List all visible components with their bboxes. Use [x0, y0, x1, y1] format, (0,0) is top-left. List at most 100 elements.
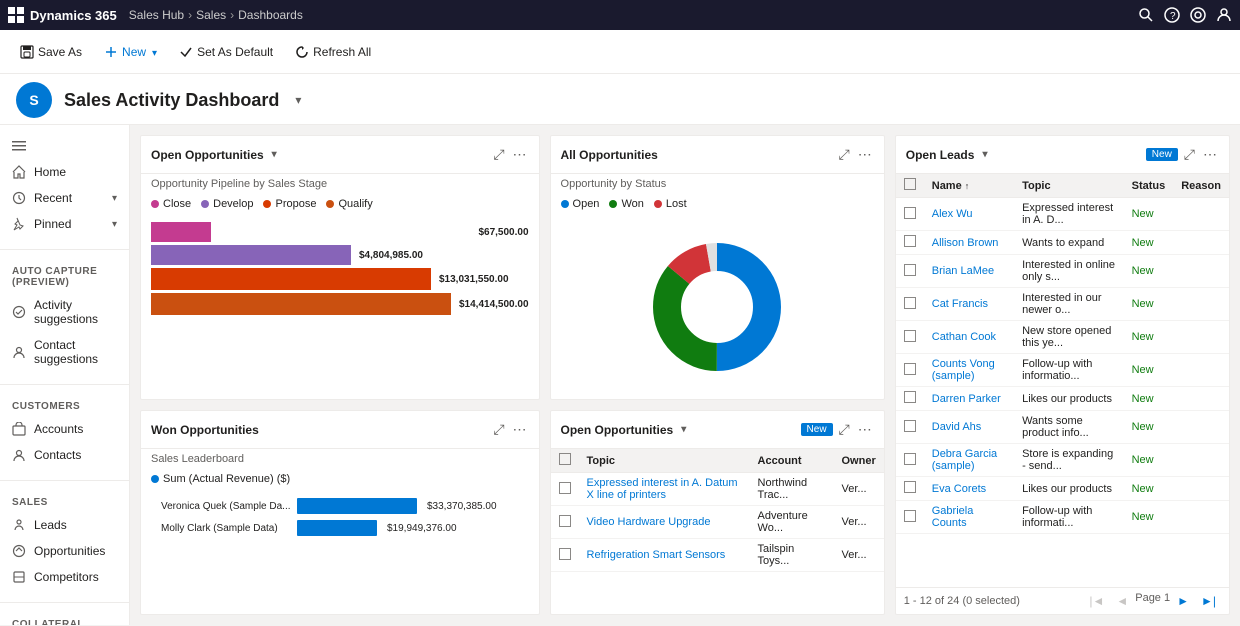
table-row[interactable]: Refrigeration Smart Sensors Tailspin Toy… — [551, 539, 884, 572]
sidebar-item-accounts[interactable]: Accounts — [0, 416, 129, 442]
sidebar-item-activity-suggestions[interactable]: Activity suggestions — [0, 292, 129, 332]
cell-check[interactable] — [896, 198, 924, 231]
opportunities-icon — [12, 544, 26, 558]
user-icon[interactable] — [1216, 7, 1232, 23]
open-opp-bottom-more-button[interactable]: ⋯ — [856, 419, 874, 440]
cell-topic[interactable]: Refrigeration Smart Sensors — [579, 539, 750, 572]
table-row[interactable]: David Ahs Wants some product info... New — [896, 411, 1229, 444]
won-opp-more-button[interactable]: ⋯ — [511, 419, 529, 440]
cell-name[interactable]: Darren Parker — [924, 387, 1014, 411]
table-row[interactable]: Darren Parker Likes our products New — [896, 387, 1229, 411]
cell-check[interactable] — [896, 288, 924, 321]
cell-name[interactable]: Eva Corets — [924, 477, 1014, 501]
cell-name[interactable]: Brian LaMee — [924, 255, 1014, 288]
table-row[interactable]: Cat Francis Interested in our newer o...… — [896, 288, 1229, 321]
open-opp-bottom-new-button[interactable]: New — [801, 423, 833, 436]
breadcrumb-dashboards[interactable]: Dashboards — [238, 8, 303, 22]
col-header-check[interactable] — [896, 174, 924, 198]
table-row[interactable]: Gabriela Counts Follow-up with informati… — [896, 501, 1229, 534]
breadcrumb-sales-hub[interactable]: Sales Hub — [129, 8, 184, 22]
open-leads-new-button[interactable]: New — [1146, 148, 1178, 161]
open-leads-more-button[interactable]: ⋯ — [1201, 144, 1219, 165]
cell-name[interactable]: Cat Francis — [924, 288, 1014, 321]
cell-name[interactable]: Allison Brown — [924, 231, 1014, 255]
breadcrumb-sales[interactable]: Sales — [196, 8, 226, 22]
sidebar-expand-toggle[interactable] — [0, 133, 129, 159]
cell-check[interactable] — [896, 501, 924, 534]
search-icon[interactable] — [1138, 7, 1154, 23]
cell-check[interactable] — [896, 411, 924, 444]
cell-check[interactable] — [896, 231, 924, 255]
cell-check[interactable] — [551, 473, 579, 506]
sidebar-item-competitors[interactable]: Competitors — [0, 564, 129, 590]
open-leads-expand-button[interactable]: ⤢ — [1182, 144, 1197, 165]
table-row[interactable]: Allison Brown Wants to expand New — [896, 231, 1229, 255]
all-opp-expand-button[interactable]: ⤢ — [837, 144, 852, 165]
open-opp-bottom-expand-button[interactable]: ⤢ — [837, 419, 852, 440]
table-row[interactable]: Cathan Cook New store opened this ye... … — [896, 321, 1229, 354]
cell-name[interactable]: Gabriela Counts — [924, 501, 1014, 534]
open-opp-more-button[interactable]: ⋯ — [511, 144, 529, 165]
cell-check[interactable] — [551, 506, 579, 539]
sidebar-item-opportunities[interactable]: Opportunities — [0, 538, 129, 564]
waffle-icon[interactable] — [8, 7, 24, 23]
cell-topic[interactable]: Video Hardware Upgrade — [579, 506, 750, 539]
cell-check[interactable] — [896, 321, 924, 354]
col-header-topic[interactable]: Topic — [1014, 174, 1124, 198]
all-opp-subtitle: Opportunity by Status — [551, 174, 884, 194]
pagination-page: Page 1 — [1135, 592, 1170, 610]
save-as-button[interactable]: Save As — [12, 41, 90, 63]
table-row[interactable]: Counts Vong (sample) Follow-up with info… — [896, 354, 1229, 387]
table-row[interactable]: Video Hardware Upgrade Adventure Wo... V… — [551, 506, 884, 539]
cell-check[interactable] — [896, 477, 924, 501]
col-header-status[interactable]: Status — [1124, 174, 1174, 198]
settings-icon[interactable] — [1190, 7, 1206, 23]
cell-check[interactable] — [896, 354, 924, 387]
cell-check[interactable] — [896, 444, 924, 477]
set-as-default-button[interactable]: Set As Default — [171, 41, 281, 63]
table-row[interactable]: Debra Garcia (sample) Store is expanding… — [896, 444, 1229, 477]
app-logo[interactable]: Dynamics 365 — [8, 7, 117, 23]
table-row[interactable]: Expressed interest in A. Datum X line of… — [551, 473, 884, 506]
table-row[interactable]: Eva Corets Likes our products New — [896, 477, 1229, 501]
cell-name[interactable]: Debra Garcia (sample) — [924, 444, 1014, 477]
cell-name[interactable]: Cathan Cook — [924, 321, 1014, 354]
open-opp-expand-button[interactable]: ⤢ — [491, 144, 506, 165]
won-opp-expand-button[interactable]: ⤢ — [491, 419, 506, 440]
col-header-name[interactable]: Name — [924, 174, 1014, 198]
sidebar-item-leads[interactable]: Leads — [0, 512, 129, 538]
table-row[interactable]: Brian LaMee Interested in online only s.… — [896, 255, 1229, 288]
col-header-account-bottom[interactable]: Account — [750, 449, 834, 473]
sidebar-item-recent[interactable]: Recent — [0, 185, 129, 211]
help-icon[interactable]: ? — [1164, 7, 1180, 23]
cell-check[interactable] — [896, 387, 924, 411]
sidebar-item-home[interactable]: Home — [0, 159, 129, 185]
all-opp-more-button[interactable]: ⋯ — [856, 144, 874, 165]
cell-name[interactable]: Counts Vong (sample) — [924, 354, 1014, 387]
open-leads-chevron[interactable] — [980, 149, 987, 160]
cell-topic[interactable]: Expressed interest in A. Datum X line of… — [579, 473, 750, 506]
pagination-last[interactable]: ►| — [1196, 592, 1221, 610]
open-opp-chevron[interactable] — [270, 149, 277, 160]
col-header-owner-bottom[interactable]: Owner — [834, 449, 884, 473]
col-check-bottom[interactable] — [551, 449, 579, 473]
open-opp-bottom-chevron[interactable] — [679, 424, 686, 435]
cell-check[interactable] — [551, 539, 579, 572]
new-dropdown-chevron[interactable] — [150, 45, 157, 59]
pagination-first[interactable]: |◄ — [1084, 592, 1109, 610]
new-button[interactable]: New — [96, 41, 165, 63]
col-header-topic-bottom[interactable]: Topic — [579, 449, 750, 473]
cell-name[interactable]: David Ahs — [924, 411, 1014, 444]
pagination-next[interactable]: ► — [1172, 592, 1194, 610]
sidebar-item-pinned[interactable]: Pinned — [0, 211, 129, 237]
refresh-all-button[interactable]: Refresh All — [287, 41, 379, 63]
avatar: S — [16, 82, 52, 118]
table-row[interactable]: Alex Wu Expressed interest in A. D... Ne… — [896, 198, 1229, 231]
pagination-prev[interactable]: ◄ — [1111, 592, 1133, 610]
sidebar-item-contacts[interactable]: Contacts — [0, 442, 129, 468]
col-header-reason[interactable]: Reason — [1173, 174, 1229, 198]
cell-check[interactable] — [896, 255, 924, 288]
sidebar-item-contact-suggestions[interactable]: Contact suggestions — [0, 332, 129, 372]
cell-name[interactable]: Alex Wu — [924, 198, 1014, 231]
page-title-chevron[interactable]: ▾ — [295, 93, 301, 107]
